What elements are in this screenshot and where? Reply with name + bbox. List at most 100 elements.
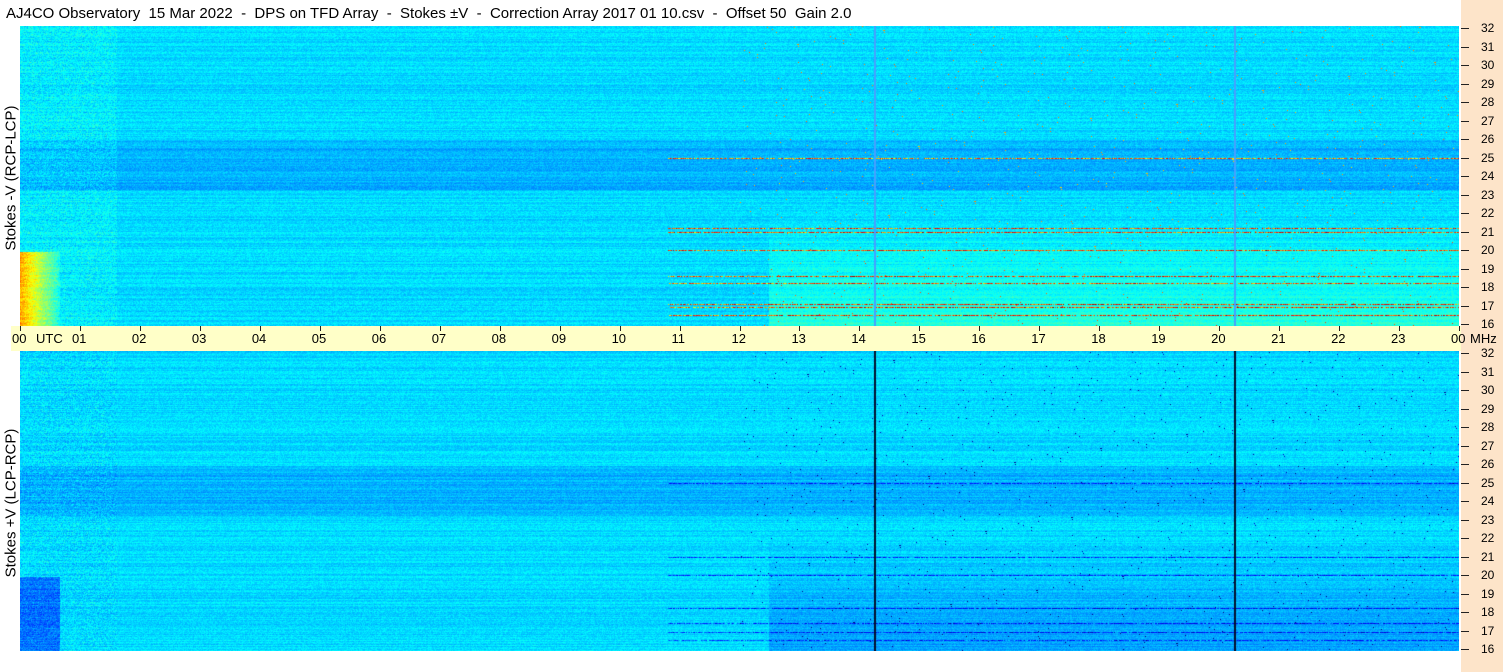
frequency-tick-label: 27 — [1481, 113, 1495, 128]
frequency-tick-mark — [1461, 538, 1469, 539]
utc-tick-label: 12 — [731, 331, 746, 346]
utc-tick-label: 17 — [1031, 331, 1046, 346]
frequency-tick-label: 17 — [1481, 623, 1495, 638]
utc-tick-label: 16 — [971, 331, 986, 346]
frequency-tick-mark — [1461, 630, 1469, 632]
utc-tick-label: 00 — [12, 331, 27, 346]
frequency-tick-label: 18 — [1481, 605, 1495, 619]
frequency-tick-label: 16 — [1481, 642, 1495, 656]
frequency-tick-mark — [1461, 120, 1469, 122]
utc-tick-label: 09 — [551, 331, 567, 346]
frequency-tick-label: 29 — [1481, 76, 1495, 91]
utc-tick-mark — [1339, 326, 1341, 331]
frequency-tick-label: 29 — [1481, 401, 1495, 416]
utc-tick-label: 02 — [131, 331, 147, 346]
frequency-tick-mark — [1461, 324, 1469, 325]
frequency-tick-label: 17 — [1481, 298, 1495, 313]
spectrogram-canvas-bottom — [20, 351, 1459, 651]
utc-tick-label: 07 — [431, 331, 447, 346]
utc-tick-mark — [20, 326, 21, 331]
utc-tick-mark — [919, 326, 921, 331]
spectrogram-canvas-top — [20, 26, 1459, 326]
utc-tick-label: 06 — [371, 331, 387, 346]
frequency-tick-label: 27 — [1481, 438, 1495, 453]
frequency-tick-mark — [1461, 371, 1469, 373]
frequency-tick-label: 24 — [1481, 169, 1495, 183]
frequency-tick-mark — [1461, 464, 1469, 465]
frequency-tick-mark — [1461, 102, 1469, 103]
utc-tick-mark — [979, 326, 981, 331]
frequency-tick-label: 30 — [1481, 58, 1495, 72]
utc-tick-mark — [859, 326, 861, 331]
utc-tick-mark — [739, 326, 741, 331]
frequency-tick-label: 28 — [1481, 95, 1495, 109]
frequency-tick-label: 20 — [1481, 568, 1495, 582]
frequency-tick-mark — [1461, 353, 1469, 354]
frequency-tick-mark — [1461, 83, 1469, 85]
chart-title: AJ4CO Observatory 15 Mar 2022 - DPS on T… — [6, 5, 852, 22]
utc-unit-label: UTC — [36, 331, 63, 346]
frequency-tick-mark — [1461, 612, 1469, 613]
utc-tick-mark — [1279, 326, 1281, 331]
utc-tick-label: 20 — [1211, 331, 1226, 346]
frequency-tick-label: 32 — [1481, 346, 1495, 360]
panel-label-bottom: Stokes +V (LCP-RCP) — [2, 428, 20, 578]
frequency-tick-label: 19 — [1481, 261, 1495, 276]
panel-label-top: Stokes -V (RCP-LCP) — [2, 105, 20, 251]
frequency-tick-label: 31 — [1481, 39, 1495, 54]
frequency-tick-label: 20 — [1481, 243, 1495, 257]
utc-tick-mark — [259, 326, 261, 331]
frequency-tick-label: 25 — [1481, 475, 1495, 490]
frequency-tick-mark — [1461, 649, 1469, 650]
utc-tick-label: 00 — [1451, 331, 1466, 346]
utc-tick-mark — [439, 326, 441, 331]
frequency-tick-label: 21 — [1481, 549, 1495, 564]
frequency-tick-mark — [1461, 445, 1469, 447]
utc-tick-label: 11 — [671, 331, 686, 346]
frequency-tick-label: 31 — [1481, 364, 1495, 379]
utc-tick-label: 05 — [311, 331, 327, 346]
utc-tick-mark — [679, 326, 681, 331]
frequency-tick-label: 21 — [1481, 224, 1495, 239]
utc-tick-label: 03 — [191, 331, 207, 346]
frequency-tick-label: 26 — [1481, 132, 1495, 146]
utc-tick-mark — [619, 326, 621, 331]
utc-tick-label: 01 — [71, 331, 87, 346]
utc-tick-mark — [1039, 326, 1041, 331]
mhz-unit-label: MHz — [1470, 331, 1497, 346]
utc-tick-mark — [499, 326, 501, 331]
utc-tick-mark — [1219, 326, 1221, 331]
frequency-tick-label: 22 — [1481, 206, 1495, 220]
frequency-tick-label: 16 — [1481, 317, 1495, 331]
frequency-tick-mark — [1461, 46, 1469, 48]
utc-tick-mark — [379, 326, 381, 331]
frequency-tick-mark — [1461, 305, 1469, 307]
frequency-tick-mark — [1461, 482, 1469, 484]
frequency-tick-mark — [1461, 139, 1469, 140]
frequency-tick-mark — [1461, 268, 1469, 270]
utc-tick-label: 22 — [1331, 331, 1346, 346]
utc-tick-mark — [799, 326, 801, 331]
frequency-tick-mark — [1461, 427, 1469, 428]
utc-tick-label: 23 — [1391, 331, 1406, 346]
frequency-tick-mark — [1461, 250, 1469, 251]
utc-tick-mark — [199, 326, 201, 331]
frequency-tick-mark — [1461, 556, 1469, 558]
frequency-tick-label: 23 — [1481, 187, 1495, 202]
utc-tick-mark — [139, 326, 141, 331]
utc-tick-label: 21 — [1271, 331, 1286, 346]
frequency-tick-mark — [1461, 287, 1469, 288]
frequency-tick-mark — [1461, 176, 1469, 177]
frequency-tick-mark — [1461, 408, 1469, 410]
frequency-tick-mark — [1461, 501, 1469, 502]
frequency-tick-label: 30 — [1481, 383, 1495, 397]
frequency-tick-label: 26 — [1481, 457, 1495, 471]
frequency-tick-mark — [1461, 519, 1469, 521]
frequency-tick-mark — [1461, 575, 1469, 576]
utc-tick-mark — [1159, 326, 1161, 331]
utc-tick-label: 18 — [1091, 331, 1106, 346]
spectrogram-panel-stokes-plus-v — [20, 351, 1459, 651]
utc-tick-label: 08 — [491, 331, 507, 346]
frequency-tick-mark — [1461, 28, 1469, 29]
utc-tick-mark — [559, 326, 561, 331]
